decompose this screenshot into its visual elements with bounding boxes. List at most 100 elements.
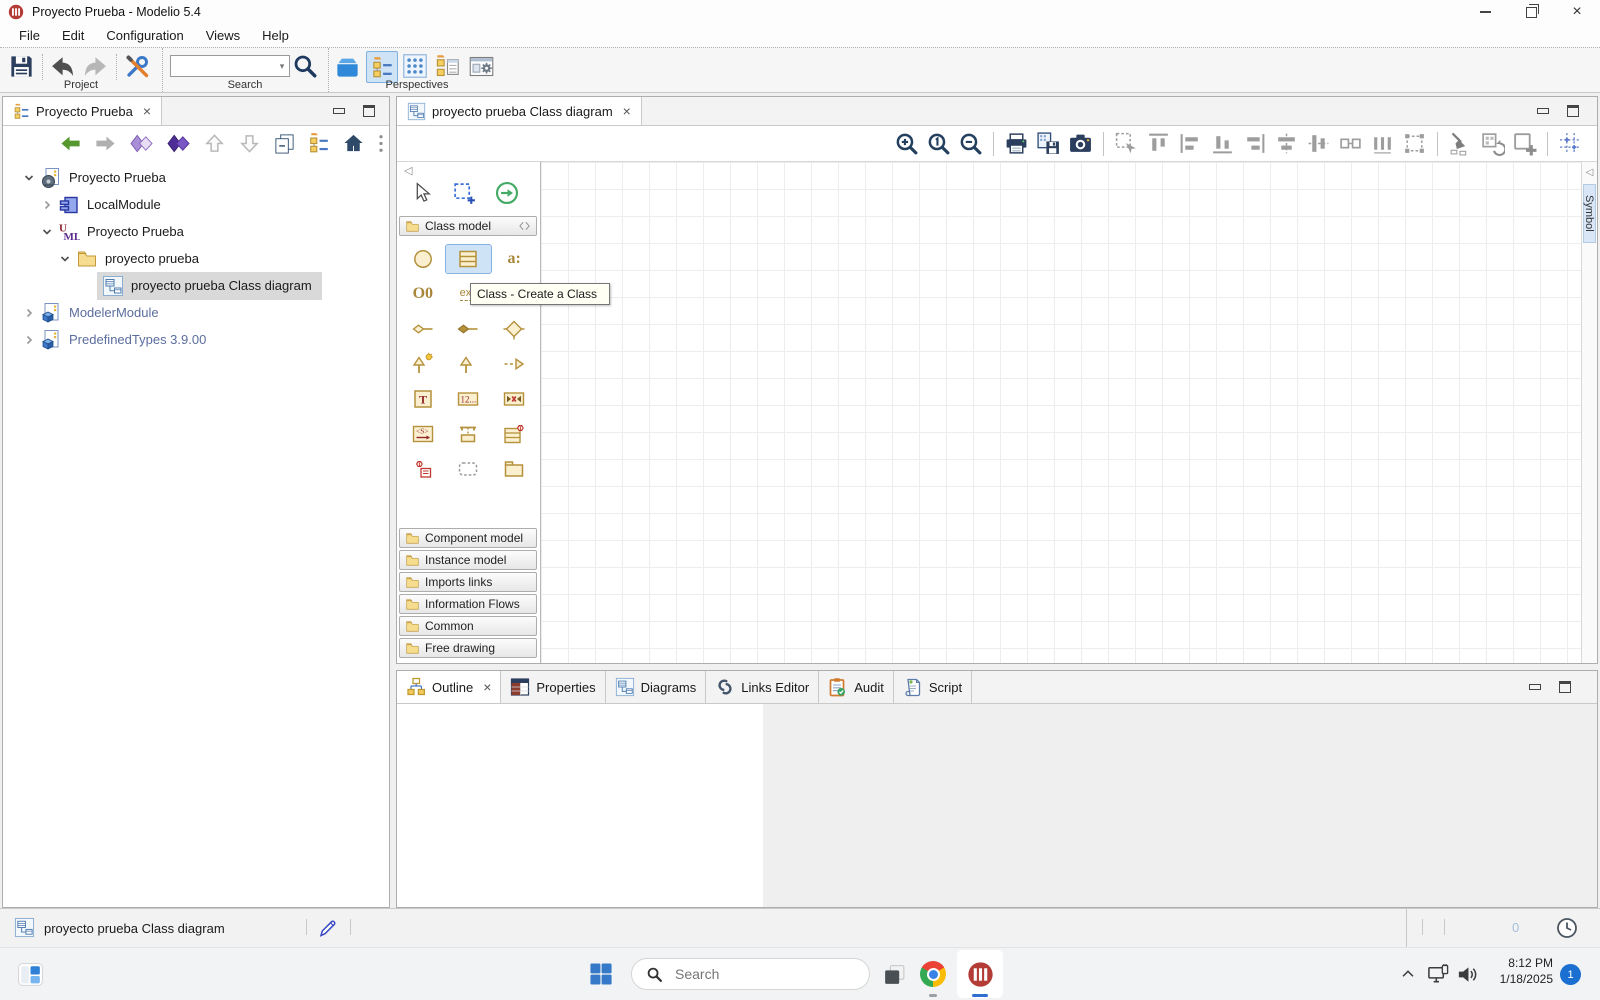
palette-collapse-icon[interactable]: ◁ bbox=[404, 164, 412, 177]
align-left-icon[interactable] bbox=[1178, 131, 1203, 156]
start-button[interactable] bbox=[589, 962, 613, 986]
explorer-tab[interactable]: Proyecto Prueba × bbox=[3, 97, 162, 125]
print-icon[interactable] bbox=[1004, 131, 1029, 156]
panel-minimize-icon[interactable] bbox=[1529, 684, 1541, 690]
volume-icon[interactable] bbox=[1456, 963, 1479, 986]
link-tool-icon[interactable] bbox=[494, 180, 520, 206]
diagram-canvas[interactable] bbox=[541, 162, 1581, 663]
perspective-diagram-icon[interactable] bbox=[402, 53, 428, 79]
taskbar-search[interactable] bbox=[631, 958, 870, 990]
tree-item-class-diagram[interactable]: proyecto prueba Class diagram bbox=[3, 272, 389, 299]
tab-audit[interactable]: Audit bbox=[819, 671, 894, 703]
taskbar-search-input[interactable] bbox=[673, 965, 869, 983]
diagram-tab-close-icon[interactable]: × bbox=[623, 103, 631, 119]
center-vertical-icon[interactable] bbox=[1274, 131, 1299, 156]
menu-help[interactable]: Help bbox=[251, 24, 300, 47]
center-horizontal-icon[interactable] bbox=[1306, 131, 1331, 156]
zoom-out-icon[interactable] bbox=[958, 131, 983, 156]
menu-dots-icon[interactable] bbox=[377, 132, 385, 155]
palette-item-nary-association-icon[interactable] bbox=[491, 315, 537, 343]
tray-chevron-up-icon[interactable] bbox=[1399, 965, 1417, 983]
distribute-icon[interactable] bbox=[1370, 131, 1395, 156]
marquee-tool-icon[interactable] bbox=[452, 181, 477, 206]
restore-button[interactable] bbox=[1508, 0, 1554, 24]
chevron-right-icon[interactable] bbox=[19, 334, 39, 346]
chevron-down-icon[interactable] bbox=[19, 172, 39, 184]
palette-section-instance-model[interactable]: Instance model bbox=[399, 550, 537, 570]
diagram-tab[interactable]: proyecto prueba Class diagram × bbox=[397, 97, 642, 125]
tree-item-package[interactable]: proyecto prueba bbox=[3, 245, 389, 272]
show-grid-icon[interactable] bbox=[1558, 131, 1583, 156]
zoom-100-icon[interactable] bbox=[926, 131, 951, 156]
widgets-icon[interactable] bbox=[17, 961, 44, 988]
palette-item-dependency-icon[interactable] bbox=[491, 350, 537, 378]
palette-item-template-binding-icon[interactable] bbox=[446, 420, 492, 448]
save-button[interactable] bbox=[8, 53, 35, 80]
perspective-forms-icon[interactable] bbox=[434, 53, 461, 80]
panel-maximize-icon[interactable] bbox=[1567, 105, 1579, 117]
task-view-icon[interactable] bbox=[882, 962, 907, 987]
back-button[interactable] bbox=[48, 53, 76, 81]
palette-item-aggregation-icon[interactable] bbox=[400, 315, 446, 343]
expand-symbol-panel-icon[interactable]: ◁ bbox=[1586, 167, 1594, 178]
palette-item-stereotype-icon[interactable] bbox=[400, 455, 446, 483]
menu-file[interactable]: File bbox=[8, 24, 51, 47]
search-box[interactable]: ▾ bbox=[170, 55, 290, 77]
align-top-icon[interactable] bbox=[1146, 131, 1171, 156]
palette-item-operation[interactable]: O0 bbox=[400, 280, 446, 308]
search-button[interactable] bbox=[292, 53, 318, 79]
search-dropdown-icon[interactable]: ▾ bbox=[275, 61, 289, 72]
palette-section-class-model[interactable]: Class model bbox=[399, 216, 537, 236]
palette-item-association-end-icon[interactable] bbox=[491, 385, 537, 413]
same-size-icon[interactable] bbox=[1338, 131, 1363, 156]
modelio-taskbar-button[interactable] bbox=[957, 950, 1003, 998]
zoom-in-icon[interactable] bbox=[894, 131, 919, 156]
minimize-button[interactable] bbox=[1462, 0, 1508, 24]
explorer-tab-close-icon[interactable]: × bbox=[143, 103, 151, 119]
palette-section-component-model[interactable]: Component model bbox=[399, 528, 537, 548]
notification-badge[interactable]: 1 bbox=[1560, 964, 1581, 985]
collapse-all-button[interactable] bbox=[273, 132, 296, 155]
align-bottom-icon[interactable] bbox=[1210, 131, 1235, 156]
chevron-down-icon[interactable] bbox=[37, 226, 57, 238]
add-frame-icon[interactable] bbox=[1512, 131, 1537, 156]
perspective-container-icon[interactable] bbox=[334, 53, 361, 80]
palette-item-generalization-icon[interactable] bbox=[446, 350, 492, 378]
palette-item-templated-class-icon[interactable] bbox=[491, 420, 537, 448]
outline-view[interactable] bbox=[397, 704, 763, 907]
previous-selection-button[interactable] bbox=[129, 133, 154, 154]
palette-item-composition-icon[interactable] bbox=[446, 315, 492, 343]
navigate-back-button[interactable] bbox=[59, 132, 82, 155]
selected-tree-item[interactable]: proyecto prueba Class diagram bbox=[97, 272, 322, 300]
panel-minimize-icon[interactable] bbox=[333, 108, 345, 114]
configure-tools-button[interactable] bbox=[124, 53, 151, 80]
tree-item-project[interactable]: Proyecto Prueba bbox=[3, 164, 389, 191]
panel-minimize-icon[interactable] bbox=[1537, 108, 1549, 114]
fit-to-grid-icon[interactable] bbox=[1402, 131, 1427, 156]
tab-links-editor[interactable]: Links Editor bbox=[706, 671, 819, 703]
export-image-icon[interactable] bbox=[1036, 131, 1061, 156]
forward-button[interactable] bbox=[82, 53, 110, 81]
pin-section-icon[interactable] bbox=[518, 221, 531, 231]
edit-pencil-icon[interactable] bbox=[318, 918, 338, 938]
palette-item-package-icon[interactable] bbox=[491, 455, 537, 483]
chrome-icon[interactable] bbox=[920, 961, 946, 987]
link-with-editor-button[interactable] bbox=[308, 132, 330, 154]
palette-item-smart-generalization-icon[interactable] bbox=[400, 350, 446, 378]
palette-section-imports-links[interactable]: Imports links bbox=[399, 572, 537, 592]
tab-diagrams[interactable]: Diagrams bbox=[606, 671, 707, 703]
tab-properties[interactable]: Properties bbox=[501, 671, 605, 703]
close-button[interactable]: × bbox=[1554, 0, 1600, 24]
menu-configuration[interactable]: Configuration bbox=[95, 24, 194, 47]
chevron-right-icon[interactable] bbox=[37, 199, 57, 211]
palette-section-free-drawing[interactable]: Free drawing bbox=[399, 638, 537, 658]
panel-maximize-icon[interactable] bbox=[363, 105, 375, 117]
fit-selection-icon[interactable] bbox=[1114, 131, 1139, 156]
screenshot-icon[interactable] bbox=[1068, 131, 1093, 156]
tree-item-modelermodule[interactable]: ModelerModule bbox=[3, 299, 389, 326]
outline-preview[interactable] bbox=[763, 704, 1597, 907]
search-input[interactable] bbox=[171, 57, 275, 75]
palette-item-template-parameter-icon[interactable] bbox=[400, 385, 446, 413]
navigate-forward-button[interactable] bbox=[94, 132, 117, 155]
palette-item-enumeration-icon[interactable] bbox=[446, 385, 492, 413]
